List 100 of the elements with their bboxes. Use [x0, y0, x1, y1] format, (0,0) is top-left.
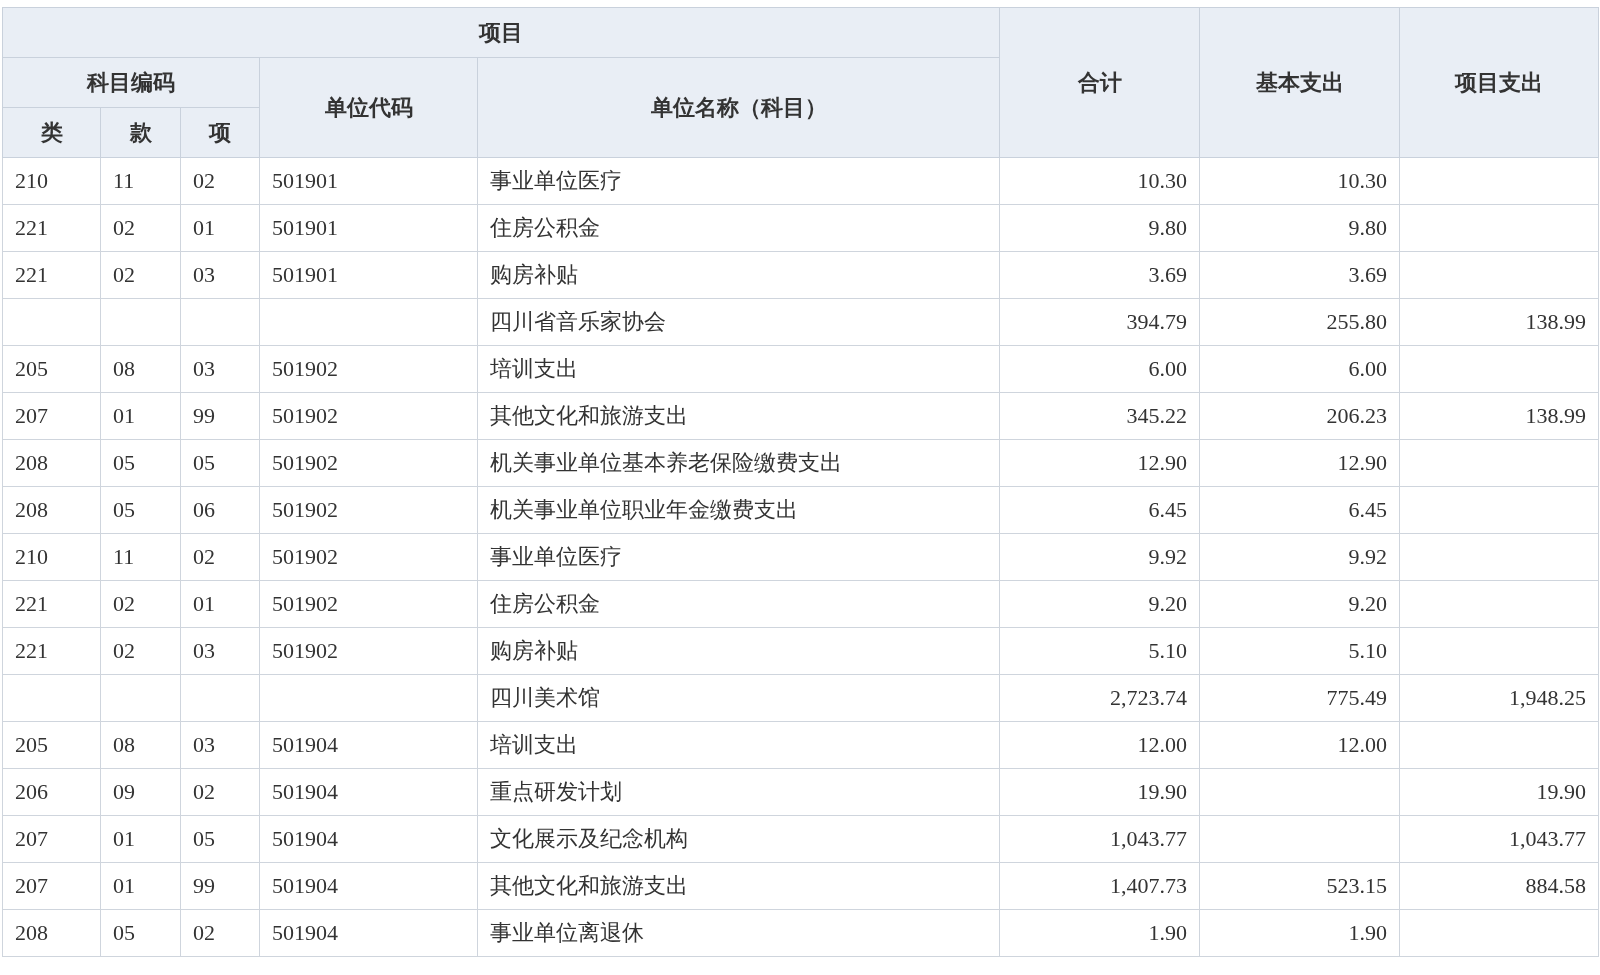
- table-cell: 501902: [259, 627, 478, 675]
- table-cell: 501904: [259, 909, 478, 957]
- table-cell: 培训支出: [477, 345, 1000, 393]
- table-cell: 9.92: [999, 533, 1200, 581]
- table-cell: 501902: [259, 345, 478, 393]
- table-cell: 02: [180, 533, 260, 581]
- table-cell: 501904: [259, 721, 478, 769]
- table-cell: 221: [2, 251, 101, 299]
- table-cell: 文化展示及纪念机构: [477, 815, 1000, 863]
- table-cell: 501902: [259, 580, 478, 628]
- table-cell: 6.45: [999, 486, 1200, 534]
- table-cell: 1.90: [999, 909, 1200, 957]
- table-cell: 9.20: [1199, 580, 1400, 628]
- table-cell: 208: [2, 909, 101, 957]
- table-cell: 购房补贴: [477, 251, 1000, 299]
- table-cell: 08: [100, 345, 181, 393]
- table-cell: 事业单位医疗: [477, 157, 1000, 205]
- table-cell: 02: [180, 768, 260, 816]
- table-cell: 6.00: [999, 345, 1200, 393]
- header-cell: 科目编码: [2, 57, 260, 108]
- table-cell: 884.58: [1399, 862, 1599, 910]
- table-cell: 05: [180, 815, 260, 863]
- table-cell: 05: [180, 439, 260, 487]
- table-cell: 2,723.74: [999, 674, 1200, 722]
- table-cell: 02: [100, 580, 181, 628]
- table-cell: 501904: [259, 815, 478, 863]
- header-cell: 合计: [999, 7, 1200, 158]
- table-cell: 210: [2, 533, 101, 581]
- table-cell: 08: [100, 721, 181, 769]
- table-cell: 501901: [259, 251, 478, 299]
- table-cell: 501901: [259, 204, 478, 252]
- header-cell: 项目: [2, 7, 1000, 58]
- table-cell: 培训支出: [477, 721, 1000, 769]
- table-cell: 99: [180, 862, 260, 910]
- table-cell: 1,407.73: [999, 862, 1200, 910]
- table-cell: 1,948.25: [1399, 674, 1599, 722]
- table-cell: 03: [180, 721, 260, 769]
- table-cell: 住房公积金: [477, 204, 1000, 252]
- table-cell: 221: [2, 580, 101, 628]
- table-cell: 购房补贴: [477, 627, 1000, 675]
- table-cell: 03: [180, 251, 260, 299]
- table-cell: 05: [100, 486, 181, 534]
- header-cell: 基本支出: [1199, 7, 1400, 158]
- table-cell: 501904: [259, 768, 478, 816]
- table-cell: 11: [100, 157, 181, 205]
- table-cell: 207: [2, 392, 101, 440]
- header-cell: 单位代码: [259, 57, 478, 158]
- table-cell: 1,043.77: [999, 815, 1200, 863]
- table-cell: 501902: [259, 486, 478, 534]
- table-cell: 10.30: [999, 157, 1200, 205]
- table-cell: 9.80: [999, 204, 1200, 252]
- table-cell: 394.79: [999, 298, 1200, 346]
- table-cell: 事业单位离退休: [477, 909, 1000, 957]
- table-cell: 四川美术馆: [477, 674, 1000, 722]
- table-cell: 208: [2, 439, 101, 487]
- table-cell: 01: [100, 392, 181, 440]
- table-cell: 221: [2, 204, 101, 252]
- table-cell: 3.69: [1199, 251, 1400, 299]
- table-cell: 221: [2, 627, 101, 675]
- table-cell: 9.20: [999, 580, 1200, 628]
- table-cell: 10.30: [1199, 157, 1400, 205]
- table-cell: 四川省音乐家协会: [477, 298, 1000, 346]
- header-cell: 单位名称（科目）: [477, 57, 1000, 158]
- table-cell: 138.99: [1399, 298, 1599, 346]
- table-cell: 05: [100, 909, 181, 957]
- table-cell: 1.90: [1199, 909, 1400, 957]
- table-cell: 206: [2, 768, 101, 816]
- table-cell: 1,043.77: [1399, 815, 1599, 863]
- table-cell: 05: [100, 439, 181, 487]
- table-cell: 19.90: [999, 768, 1200, 816]
- table-cell: 345.22: [999, 392, 1200, 440]
- table-cell: 775.49: [1199, 674, 1400, 722]
- table-cell: 住房公积金: [477, 580, 1000, 628]
- table-cell: 523.15: [1199, 862, 1400, 910]
- table-cell: 02: [180, 157, 260, 205]
- table-cell: 208: [2, 486, 101, 534]
- table-cell: 9.92: [1199, 533, 1400, 581]
- table-cell: 210: [2, 157, 101, 205]
- table-cell: 12.00: [1199, 721, 1400, 769]
- table-cell: 206.23: [1199, 392, 1400, 440]
- table-cell: 01: [100, 862, 181, 910]
- table-cell: 3.69: [999, 251, 1200, 299]
- table-cell: 501901: [259, 157, 478, 205]
- table-cell: 01: [180, 204, 260, 252]
- table-cell: 11: [100, 533, 181, 581]
- table-cell: 12.90: [999, 439, 1200, 487]
- header-cell: 款: [100, 107, 181, 158]
- table-cell: 02: [180, 909, 260, 957]
- table-cell: 5.10: [1199, 627, 1400, 675]
- table-cell: 19.90: [1399, 768, 1599, 816]
- table-cell: 207: [2, 815, 101, 863]
- table-cell: 501904: [259, 862, 478, 910]
- table-cell: 其他文化和旅游支出: [477, 392, 1000, 440]
- table-cell: 501902: [259, 439, 478, 487]
- table-cell: 机关事业单位基本养老保险缴费支出: [477, 439, 1000, 487]
- table-cell: 12.00: [999, 721, 1200, 769]
- table-cell: 09: [100, 768, 181, 816]
- table-cell: 机关事业单位职业年金缴费支出: [477, 486, 1000, 534]
- header-cell: 类: [2, 107, 101, 158]
- table-cell: 01: [100, 815, 181, 863]
